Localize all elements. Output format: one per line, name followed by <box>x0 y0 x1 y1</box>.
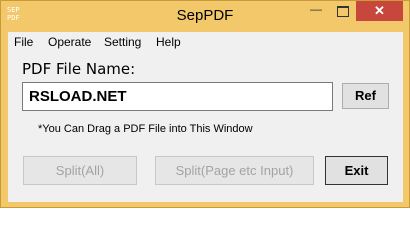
menu-setting[interactable]: Setting <box>104 35 141 49</box>
pdf-file-name-label: PDF File Name: <box>22 60 136 78</box>
menu-file[interactable]: File <box>14 35 33 49</box>
menu-help[interactable]: Help <box>156 35 181 49</box>
exit-button[interactable]: Exit <box>325 156 388 185</box>
minimize-icon[interactable]: — <box>303 1 329 21</box>
pdf-file-name-input[interactable]: RSLOAD.NET <box>22 82 333 111</box>
split-page-input-button[interactable]: Split(Page etc Input) <box>155 156 314 185</box>
main-panel: PDF File Name: RSLOAD.NET Ref *You Can D… <box>8 52 403 202</box>
title-bar[interactable]: SEP PDF SepPDF — ✕ <box>1 1 409 32</box>
ref-button[interactable]: Ref <box>342 83 389 109</box>
menu-operate[interactable]: Operate <box>48 35 91 49</box>
close-icon[interactable]: ✕ <box>356 1 403 21</box>
drag-hint-text: *You Can Drag a PDF File into This Windo… <box>38 123 253 135</box>
split-all-button[interactable]: Split(All) <box>23 156 137 185</box>
maximize-icon[interactable] <box>329 1 356 21</box>
app-window: SEP PDF SepPDF — ✕ File Operate Setting … <box>0 0 410 208</box>
menu-bar: File Operate Setting Help <box>8 32 403 52</box>
